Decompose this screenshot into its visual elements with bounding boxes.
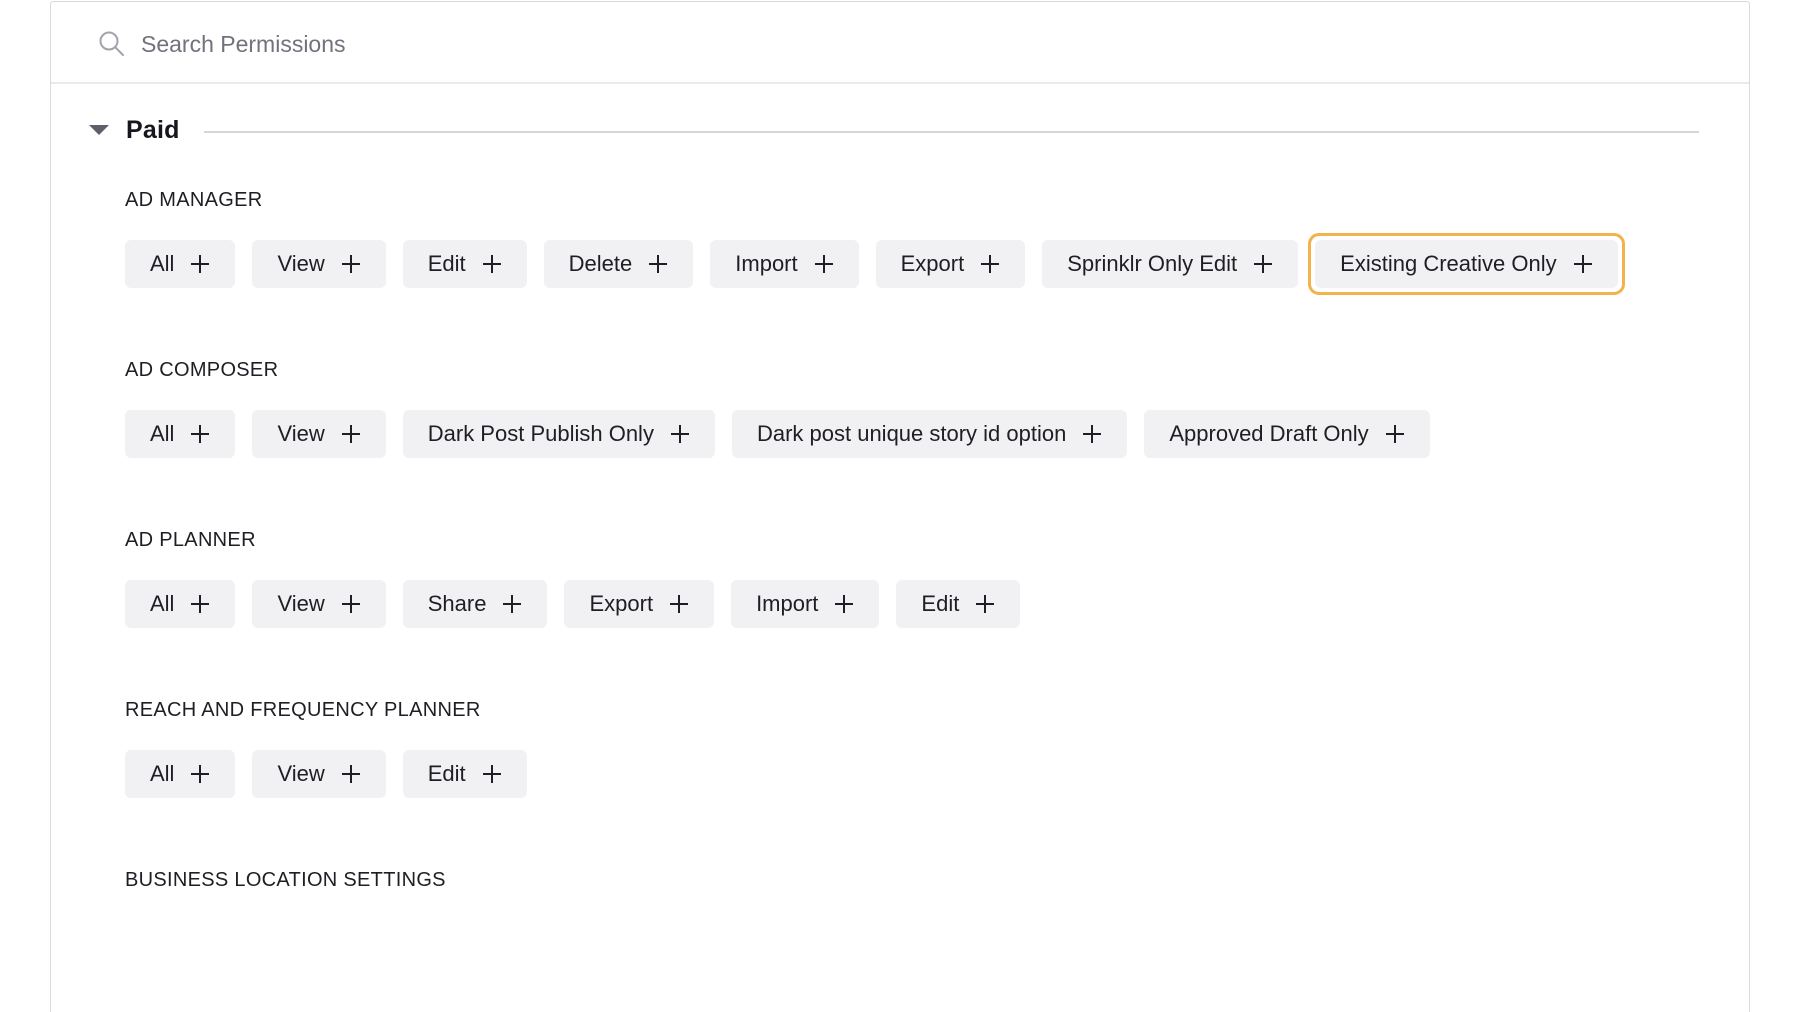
plus-icon — [976, 595, 995, 613]
plus-icon — [341, 255, 360, 273]
plus-icon — [341, 595, 360, 613]
section-title: AD PLANNER — [125, 529, 256, 551]
section-title: BUSINESS LOCATION SETTINGS — [125, 869, 446, 891]
add-permission-chip[interactable]: All — [125, 410, 236, 458]
plus-icon — [835, 595, 854, 613]
chip-label: Share — [427, 591, 487, 616]
chip-label: View — [277, 251, 325, 276]
plus-icon — [670, 595, 689, 613]
add-permission-chip[interactable]: View — [252, 410, 386, 458]
add-permission-chip[interactable]: All — [125, 750, 236, 798]
chip-label: View — [277, 591, 325, 616]
section-title: AD MANAGER — [125, 189, 263, 211]
permission-chip-list: All View Share Export Import Edit — [125, 580, 1689, 628]
permissions-panel: Paid AD MANAGER All View Edit Delete Import Ex… — [50, 1, 1750, 1012]
plus-icon — [1573, 255, 1592, 273]
add-permission-chip[interactable]: View — [252, 750, 386, 798]
chip-label: View — [277, 761, 325, 786]
chip-label: Existing Creative Only — [1340, 251, 1557, 276]
plus-icon — [191, 765, 210, 783]
permission-chip-list: All View Edit — [125, 750, 1689, 798]
add-permission-chip[interactable]: Edit — [896, 580, 1021, 628]
plus-icon — [670, 425, 689, 443]
plus-icon — [1083, 425, 1102, 443]
chip-label: Edit — [427, 761, 466, 786]
chip-label: Dark post unique story id option — [756, 421, 1067, 446]
add-permission-chip[interactable]: Existing Creative Only — [1308, 233, 1626, 295]
add-permission-chip[interactable]: Export — [875, 240, 1026, 288]
plus-icon — [191, 255, 210, 273]
add-permission-chip[interactable]: All — [125, 580, 236, 628]
permission-section: REACH AND FREQUENCY PLANNER All View Edit — [125, 698, 1689, 798]
permission-chip-list: All View Dark Post Publish Only Dark post u… — [125, 410, 1689, 458]
chip-label: Export — [900, 251, 965, 276]
add-permission-chip[interactable]: View — [252, 240, 386, 288]
chip-label: Import — [756, 591, 819, 616]
plus-icon — [503, 595, 522, 613]
plus-icon — [981, 255, 1000, 273]
add-permission-chip[interactable]: View — [252, 580, 386, 628]
plus-icon — [1254, 255, 1273, 273]
chip-label: Sprinklr Only Edit — [1067, 251, 1238, 276]
chip-label: Export — [589, 591, 654, 616]
permission-sections: AD MANAGER All View Edit Delete Import Export S… — [125, 188, 1689, 962]
group-title: Paid — [126, 115, 180, 144]
search-bar — [51, 2, 1749, 84]
add-permission-chip[interactable]: Delete — [543, 240, 694, 288]
group-header-paid[interactable]: Paid — [89, 110, 1699, 150]
permission-section: AD COMPOSER All View Dark Post Publish Only… — [125, 358, 1689, 458]
add-permission-chip[interactable]: Export — [564, 580, 715, 628]
chip-label: Dark Post Publish Only — [427, 421, 654, 446]
add-permission-chip[interactable]: Sprinklr Only Edit — [1042, 240, 1299, 288]
chip-label: All — [150, 591, 175, 616]
add-permission-chip[interactable]: Edit — [402, 240, 527, 288]
chip-label: Approved Draft Only — [1169, 421, 1369, 446]
plus-icon — [191, 425, 210, 443]
chip-label: Edit — [427, 251, 466, 276]
add-permission-chip[interactable]: Approved Draft Only — [1144, 410, 1430, 458]
plus-icon — [341, 765, 360, 783]
group-divider — [203, 131, 1699, 133]
section-title: AD COMPOSER — [125, 359, 279, 381]
add-permission-chip[interactable]: All — [125, 240, 236, 288]
chip-label: All — [150, 251, 175, 276]
add-permission-chip[interactable]: Import — [710, 240, 859, 288]
chip-label: All — [150, 761, 175, 786]
add-permission-chip[interactable]: Edit — [402, 750, 527, 798]
plus-icon — [1385, 425, 1404, 443]
add-permission-chip[interactable]: Dark post unique story id option — [731, 410, 1128, 458]
plus-icon — [482, 765, 501, 783]
chip-label: Import — [735, 251, 798, 276]
plus-icon — [649, 255, 668, 273]
permission-chip-list: All View Edit Delete Import Export Sprinklr On… — [125, 233, 1689, 295]
plus-icon — [341, 425, 360, 443]
plus-icon — [814, 255, 833, 273]
permission-section: BUSINESS LOCATION SETTINGS — [125, 868, 1689, 892]
plus-icon — [191, 595, 210, 613]
add-permission-chip[interactable]: Dark Post Publish Only — [402, 410, 715, 458]
permission-section: AD MANAGER All View Edit Delete Import Export S… — [125, 188, 1689, 295]
chip-label: Edit — [921, 591, 960, 616]
plus-icon — [482, 255, 501, 273]
chip-label: Delete — [568, 251, 633, 276]
chip-label: All — [150, 421, 175, 446]
caret-down-icon[interactable] — [89, 125, 109, 135]
chip-label: View — [277, 421, 325, 446]
search-permissions-input[interactable] — [141, 24, 1041, 64]
add-permission-chip[interactable]: Import — [731, 580, 880, 628]
search-icon — [99, 31, 125, 57]
add-permission-chip[interactable]: Share — [402, 580, 548, 628]
section-title: REACH AND FREQUENCY PLANNER — [125, 699, 481, 721]
permission-section: AD PLANNER All View Share Export Import Edit — [125, 528, 1689, 628]
